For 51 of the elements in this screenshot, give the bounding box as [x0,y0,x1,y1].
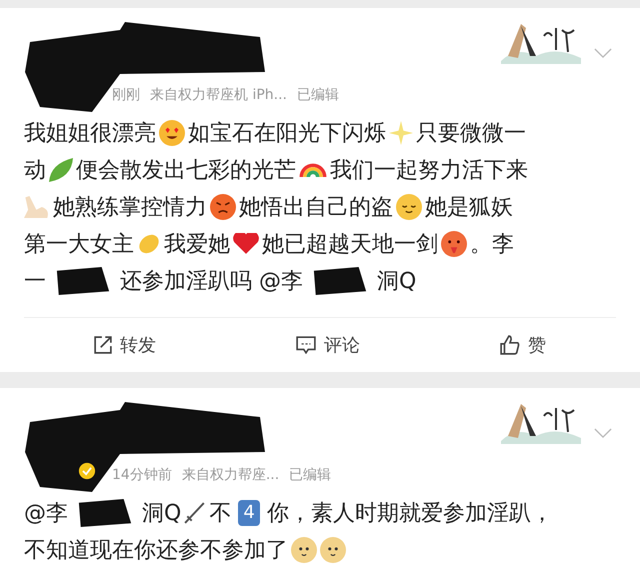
redaction-mark [312,266,368,296]
edited-label: 已编辑 [289,466,332,484]
redaction-mark [55,266,111,296]
post-text: 她已超越天地一剑 [262,230,438,258]
rainbow-icon [299,162,327,176]
post-text: 还参加淫趴吗 @李 [120,268,303,296]
face-emoji-icon [396,194,422,220]
chevron-down-icon[interactable] [594,428,612,439]
post-text: 如宝石在阳光下闪烁 [188,120,386,148]
post-text: 。李 [470,230,514,258]
post-time: 14分钟前 [112,466,172,484]
post-text: 她悟出自己的盗 [239,194,393,222]
share-button[interactable]: 转发 [84,329,166,361]
leaf-icon [49,158,73,182]
post-text: 她是狐妖 [425,194,513,222]
post-text: 第一大女主 [24,230,134,258]
post-text: 不知道现在你还参不参加了 [24,536,288,564]
post-text: 我爱她 [164,230,230,258]
dog-face-icon [291,536,317,562]
edited-label: 已编辑 [297,86,340,104]
comment-icon [296,336,316,354]
post-text: 便会散发出七彩的光芒 [76,156,296,184]
comment-button[interactable]: 评论 [286,329,370,361]
flexed-arm-icon [24,196,50,218]
sword-icon [184,502,206,524]
post-text: 你，素人时期就爱参加淫趴， [266,500,553,528]
face-emoji-icon [210,194,236,220]
thumbs-up-icon [500,335,520,355]
post-text: 我姐姐很漂亮 [24,120,156,148]
post-time: 刚刚 [112,86,140,104]
face-emoji-icon [159,120,185,146]
post-text: 我们一起努力活下来 [330,156,528,184]
post-text: 不 [209,500,232,528]
post-text: @李 [24,500,68,528]
post-source: 来自权力帮座机 iPh... [150,86,288,104]
sparkle-icon [389,120,413,144]
dog-face-icon [320,536,346,562]
redaction-mark [77,498,133,528]
like-button[interactable]: 赞 [490,329,556,361]
post-text: 洞Q [142,500,182,528]
post-text: 一 [24,268,46,296]
share-icon [94,336,112,354]
post-text: 她熟练掌控情力 [53,194,207,222]
chevron-down-icon[interactable] [594,48,612,59]
post-text: 洞Q [377,268,416,296]
number-keycap: 4 [238,500,260,526]
post-text: 动 [24,156,46,184]
post-text: 只要微微一 [416,120,526,148]
post-source: 来自权力帮座... [182,466,280,484]
heart-icon [233,233,259,254]
face-emoji-icon [441,230,467,256]
